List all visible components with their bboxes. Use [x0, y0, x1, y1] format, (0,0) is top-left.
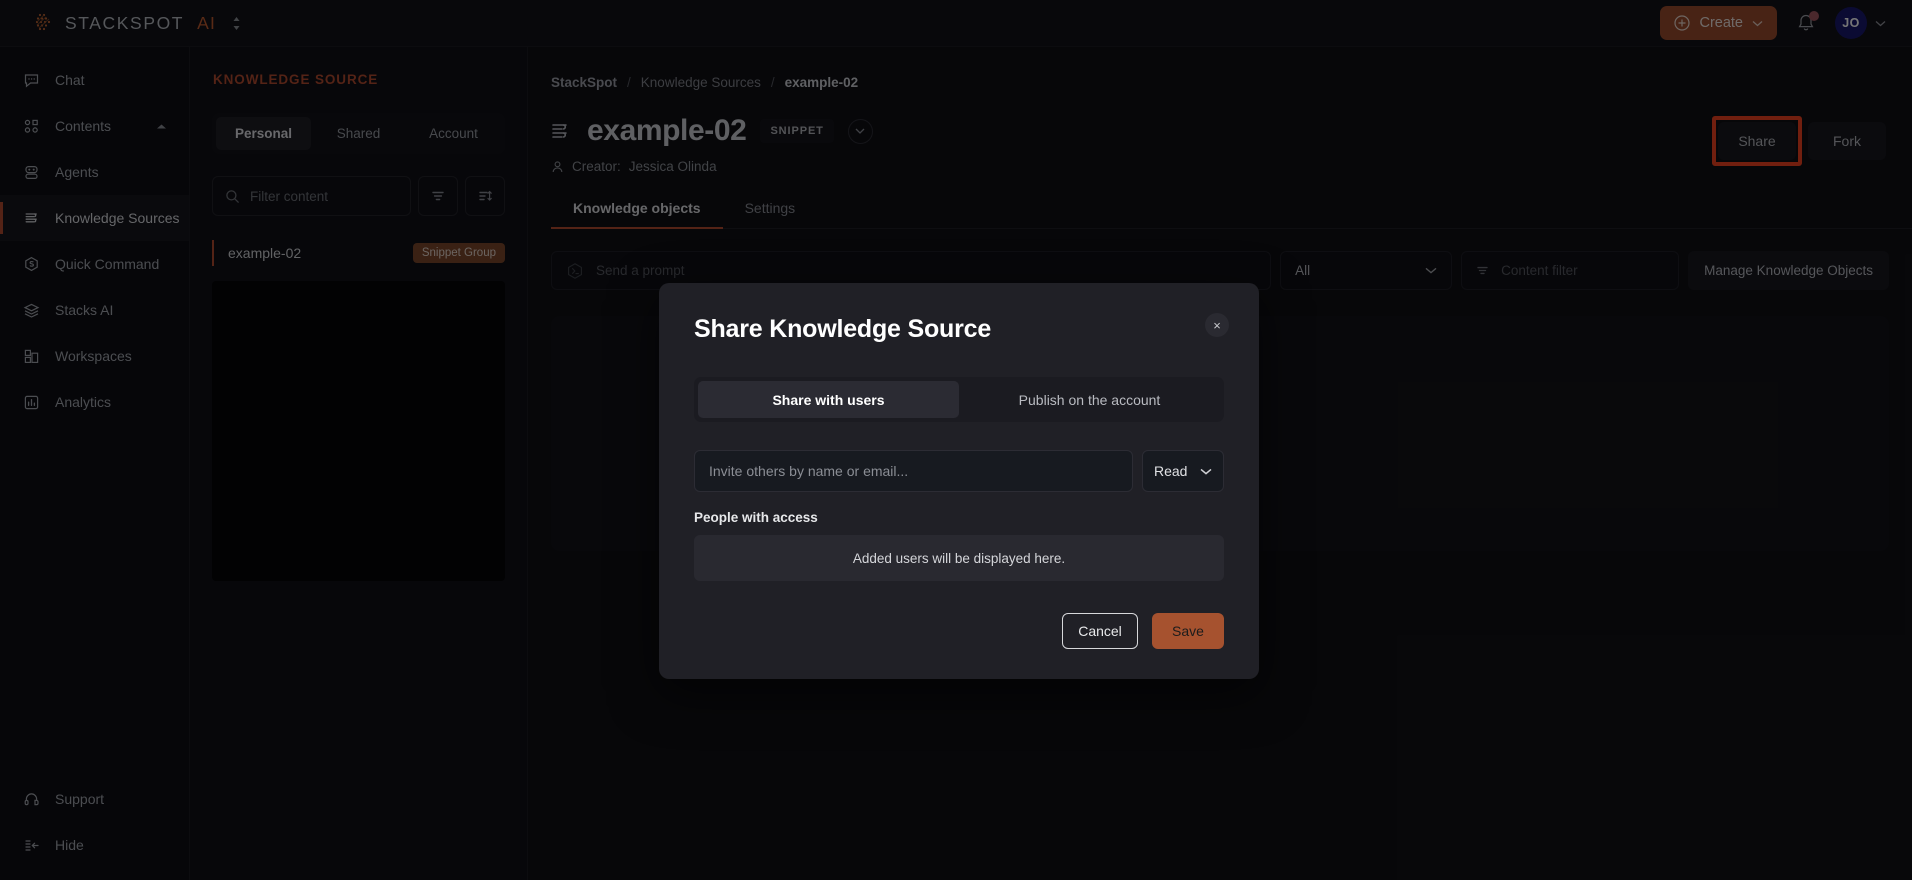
save-button[interactable]: Save [1152, 613, 1224, 649]
permission-select-value: Read [1154, 463, 1188, 479]
tab-share-with-users[interactable]: Share with users [698, 381, 959, 418]
cancel-button[interactable]: Cancel [1062, 613, 1138, 649]
modal-footer: Cancel Save [694, 613, 1224, 649]
modal-title: Share Knowledge Source [694, 315, 992, 343]
chevron-down-icon [1200, 468, 1212, 475]
invite-row: Read [694, 450, 1224, 492]
share-knowledge-source-modal: Share Knowledge Source × Share with user… [659, 283, 1259, 679]
invite-input[interactable] [694, 450, 1133, 492]
permission-select[interactable]: Read [1142, 450, 1224, 492]
tab-publish-on-account[interactable]: Publish on the account [959, 381, 1220, 418]
people-with-access-label: People with access [694, 510, 818, 525]
close-icon[interactable]: × [1205, 313, 1229, 337]
share-mode-tabs: Share with users Publish on the account [694, 377, 1224, 422]
app-root: STACKSPOT AI Create [0, 0, 1912, 880]
people-with-access-empty: Added users will be displayed here. [694, 535, 1224, 581]
